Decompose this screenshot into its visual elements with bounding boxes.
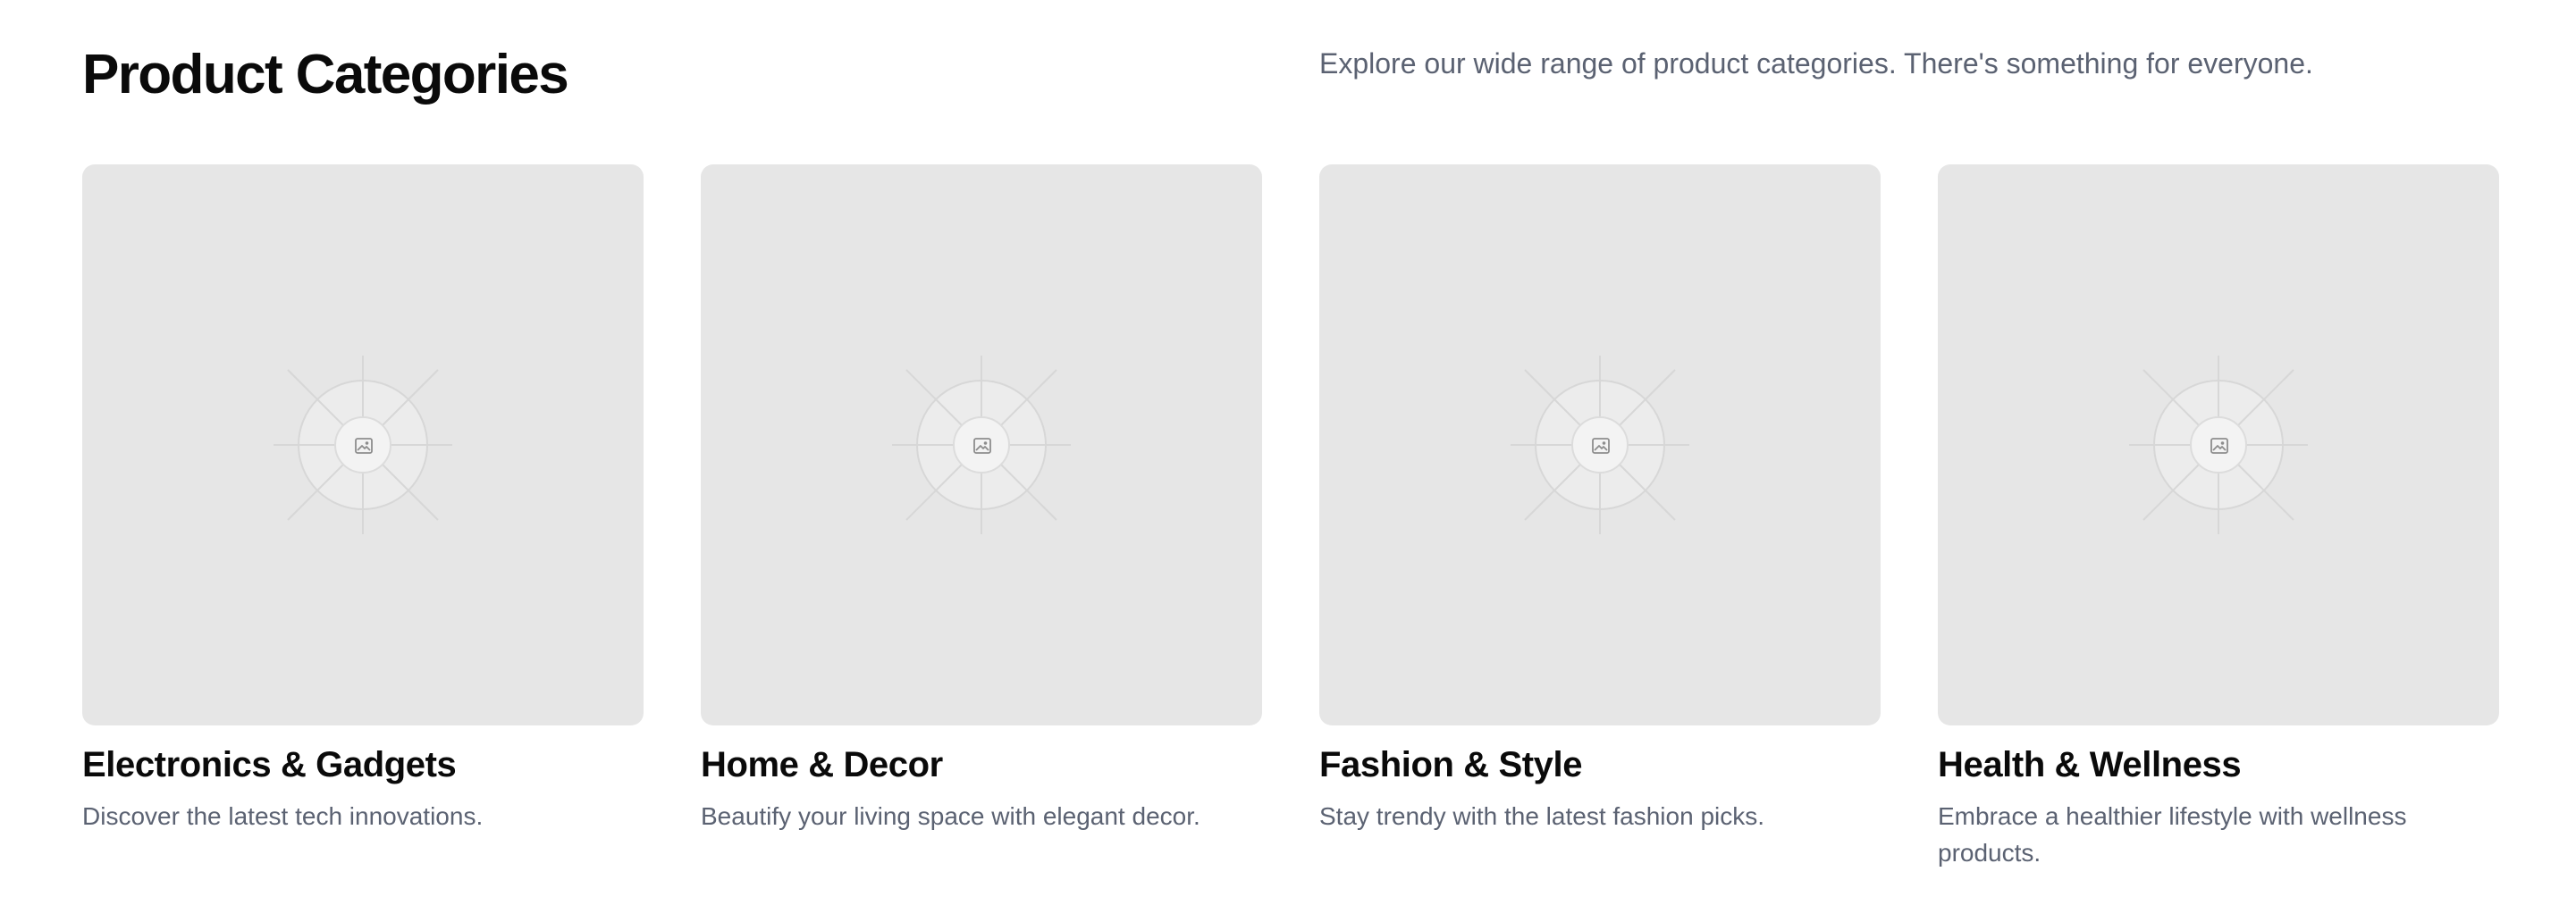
category-image-placeholder bbox=[701, 164, 1262, 725]
image-placeholder-circle bbox=[334, 416, 391, 474]
category-card-health-wellness[interactable]: Health & Wellness Embrace a healthier li… bbox=[1938, 164, 2499, 871]
image-placeholder-circle bbox=[1571, 416, 1629, 474]
image-icon bbox=[355, 438, 373, 454]
category-image-placeholder bbox=[82, 164, 644, 725]
section-header: Product Categories Explore our wide rang… bbox=[82, 0, 2494, 164]
category-card-fashion-style[interactable]: Fashion & Style Stay trendy with the lat… bbox=[1319, 164, 1881, 871]
category-card-home-decor[interactable]: Home & Decor Beautify your living space … bbox=[701, 164, 1262, 871]
page-title: Product Categories bbox=[82, 44, 569, 105]
category-grid: Electronics & Gadgets Discover the lates… bbox=[82, 164, 2499, 871]
image-placeholder-circle bbox=[953, 416, 1010, 474]
category-image-placeholder bbox=[1319, 164, 1881, 725]
image-icon bbox=[1592, 438, 1610, 454]
page-description: Explore our wide range of product catego… bbox=[1319, 47, 2313, 80]
category-title: Fashion & Style bbox=[1319, 745, 1583, 784]
category-card-electronics-gadgets[interactable]: Electronics & Gadgets Discover the lates… bbox=[82, 164, 644, 871]
category-description: Beautify your living space with elegant … bbox=[701, 802, 1200, 830]
image-icon bbox=[973, 438, 991, 454]
product-categories-section: Product Categories Explore our wide rang… bbox=[0, 0, 2576, 922]
category-image-placeholder bbox=[1938, 164, 2499, 725]
image-icon bbox=[2210, 438, 2228, 454]
category-description: Stay trendy with the latest fashion pick… bbox=[1319, 802, 1765, 830]
category-title: Electronics & Gadgets bbox=[82, 745, 457, 784]
category-title: Home & Decor bbox=[701, 745, 943, 784]
category-description: Discover the latest tech innovations. bbox=[82, 802, 484, 830]
category-description: Embrace a healthier lifestyle with welln… bbox=[1938, 802, 2407, 867]
category-title: Health & Wellness bbox=[1938, 745, 2242, 784]
image-placeholder-circle bbox=[2190, 416, 2247, 474]
